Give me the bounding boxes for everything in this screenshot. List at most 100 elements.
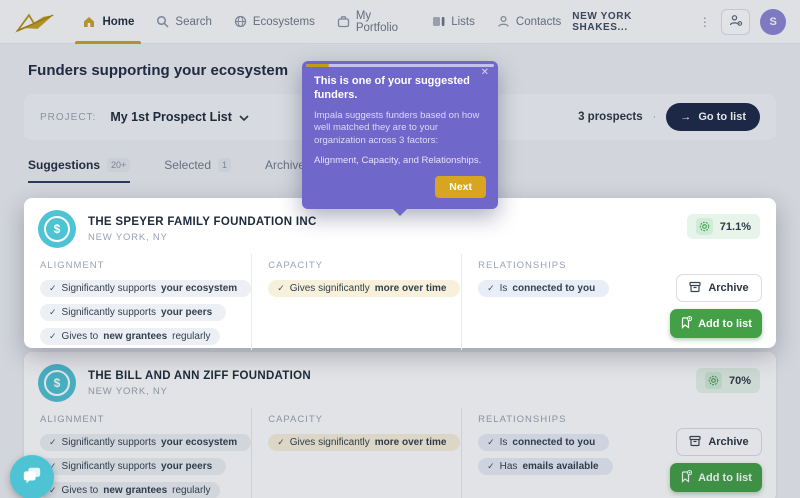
funder-avatar-dollar-icon: $ (38, 364, 76, 402)
tab-label: Suggestions (28, 158, 100, 172)
criteria-pill: ✓Significantly supports your peers (40, 458, 226, 475)
tooltip-title: This is one of your suggested funders. (314, 74, 474, 103)
check-icon: ✓ (277, 283, 285, 294)
funder-location: NEW YORK, NY (88, 386, 311, 397)
top-nav: Home Search Ecosystems My Portfolio (0, 0, 800, 44)
check-icon: ✓ (49, 283, 57, 294)
check-icon: ✓ (49, 437, 57, 448)
column-title: RELATIONSHIPS (478, 414, 670, 425)
match-score-value: 70% (729, 375, 751, 387)
tab-selected[interactable]: Selected 1 (164, 158, 231, 183)
criteria-pill: ✓Significantly supports your ecosystem (40, 434, 251, 451)
search-icon (156, 15, 169, 28)
go-to-list-button[interactable]: → Go to list (666, 103, 760, 131)
match-score-badge: 70% (696, 368, 760, 393)
criteria-pill: ✓Is connected to you (478, 280, 609, 297)
home-icon (82, 15, 96, 29)
archive-icon (689, 281, 701, 296)
funder-card: $ THE SPEYER FAMILY FOUNDATION INC NEW Y… (24, 198, 776, 348)
check-icon: ✓ (487, 461, 495, 472)
archive-button[interactable]: Archive (676, 274, 762, 302)
add-to-list-button[interactable]: Add to list (670, 309, 762, 338)
nav-item-label: Lists (451, 16, 475, 28)
nav-item-lists[interactable]: Lists (421, 0, 486, 44)
nav-item-label: Search (175, 16, 211, 28)
bookmark-plus-icon (680, 316, 692, 332)
column-title: CAPACITY (268, 260, 461, 271)
archive-label: Archive (708, 436, 748, 448)
globe-icon (234, 15, 247, 28)
avatar[interactable]: S (760, 9, 786, 35)
org-name[interactable]: NEW YORK SHAKES... (572, 11, 689, 33)
add-to-list-label: Add to list (698, 472, 752, 484)
arrow-right-icon: → (680, 111, 691, 123)
tooltip-arrow (392, 208, 408, 216)
match-score-badge: 71.1% (687, 214, 760, 239)
nav-item-label: Ecosystems (253, 16, 315, 28)
target-icon (696, 218, 713, 235)
target-icon (705, 372, 722, 389)
criteria-pill: ✓Gives to new grantees regularly (40, 482, 220, 498)
lists-icon (432, 15, 445, 28)
page-title: Funders supporting your ecosystem (28, 62, 288, 79)
project-label: PROJECT: (40, 112, 96, 123)
tabs: Suggestions 20+ Selected 1 Archived 0 (28, 158, 332, 183)
briefcase-icon (337, 15, 350, 28)
prospects-count: 3 prospects (578, 111, 643, 123)
check-icon: ✓ (49, 331, 57, 342)
avatar-initial: S (770, 16, 777, 28)
dot-separator: · (653, 111, 657, 123)
funder-name: THE BILL AND ANN ZIFF FOUNDATION (88, 370, 311, 382)
nav-item-label: Contacts (516, 16, 561, 28)
nav-right: NEW YORK SHAKES... ⋮ S (572, 9, 786, 35)
go-to-list-label: Go to list (698, 111, 746, 123)
impala-logo[interactable] (14, 7, 57, 37)
nav-menu: Home Search Ecosystems My Portfolio (71, 0, 572, 44)
column-title: RELATIONSHIPS (478, 260, 670, 271)
coachmark-tooltip: ✕ This is one of your suggested funders.… (302, 61, 498, 209)
tab-suggestions[interactable]: Suggestions 20+ (28, 158, 130, 183)
tooltip-progress-bar (306, 64, 494, 67)
nav-item-contacts[interactable]: Contacts (486, 0, 572, 44)
more-menu-icon[interactable]: ⋮ (699, 16, 711, 28)
criteria-pill: ✓Gives significantly more over time (268, 434, 460, 451)
chevron-down-icon (239, 110, 249, 124)
funder-name: THE SPEYER FAMILY FOUNDATION INC (88, 216, 317, 228)
tooltip-factors: Alignment, Capacity, and Relationships. (314, 155, 486, 166)
check-icon: ✓ (487, 283, 495, 294)
tab-count-badge: 20+ (107, 158, 130, 172)
next-button[interactable]: Next (435, 176, 486, 198)
nav-item-home[interactable]: Home (71, 0, 145, 44)
add-to-list-label: Add to list (698, 318, 752, 330)
person-icon (497, 15, 510, 28)
check-icon: ✓ (277, 437, 285, 448)
column-title: ALIGNMENT (40, 414, 251, 425)
tab-count-badge: 1 (218, 158, 231, 172)
archive-button[interactable]: Archive (676, 428, 762, 456)
check-icon: ✓ (487, 437, 495, 448)
funder-location: NEW YORK, NY (88, 232, 317, 243)
nav-item-my-portfolio[interactable]: My Portfolio (326, 0, 421, 44)
match-score-value: 71.1% (720, 221, 751, 233)
admin-settings-button[interactable] (721, 9, 751, 35)
nav-item-search[interactable]: Search (145, 0, 222, 44)
app-window: Home Search Ecosystems My Portfolio (0, 0, 800, 498)
add-to-list-button[interactable]: Add to list (670, 463, 762, 492)
chat-launcher-button[interactable] (10, 455, 54, 498)
chat-bubbles-icon (21, 465, 43, 490)
user-gear-icon (729, 14, 743, 30)
criteria-pill: ✓Gives significantly more over time (268, 280, 460, 297)
project-selector[interactable]: My 1st Prospect List (110, 110, 249, 124)
criteria-pill: ✓Significantly supports your ecosystem (40, 280, 251, 297)
check-icon: ✓ (49, 307, 57, 318)
archive-icon (689, 435, 701, 450)
column-title: CAPACITY (268, 414, 461, 425)
tab-label: Selected (164, 158, 211, 172)
bookmark-plus-icon (680, 470, 692, 486)
nav-item-ecosystems[interactable]: Ecosystems (223, 0, 326, 44)
close-icon[interactable]: ✕ (481, 68, 489, 78)
nav-item-label: My Portfolio (356, 10, 410, 34)
criteria-pill: ✓Significantly supports your peers (40, 304, 226, 321)
criteria-pill: ✓Gives to new grantees regularly (40, 328, 220, 345)
column-title: ALIGNMENT (40, 260, 251, 271)
